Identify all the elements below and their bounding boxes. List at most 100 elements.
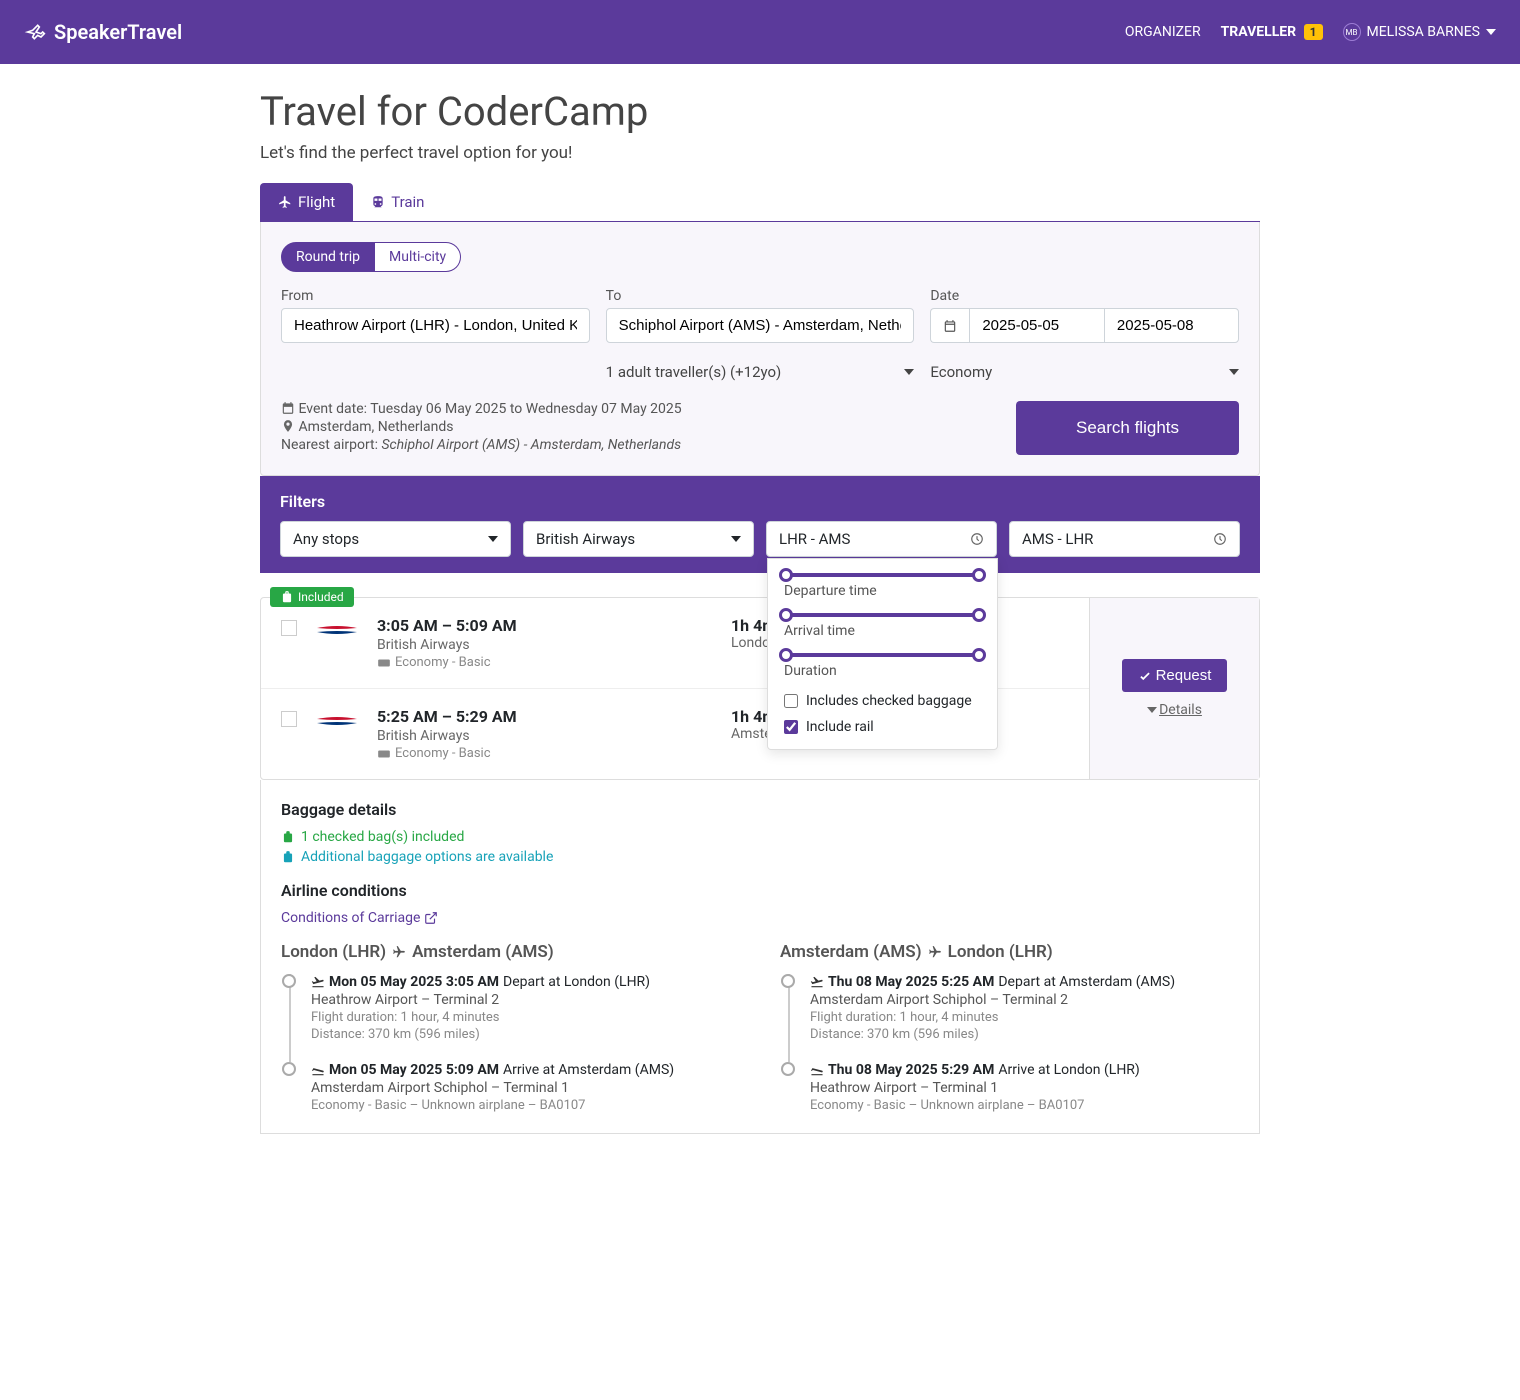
- plane-icon: [278, 195, 292, 209]
- brand-logo[interactable]: SpeakerTravel: [24, 20, 182, 44]
- timeline: Mon 05 May 2025 3:05 AM Depart at London…: [281, 974, 740, 1113]
- arrival-label: Arrival time: [784, 623, 981, 639]
- plane-takeoff-icon: [311, 975, 325, 989]
- rail-checkbox[interactable]: [784, 720, 798, 734]
- request-button[interactable]: Request: [1122, 659, 1228, 692]
- tab-train-label: Train: [391, 193, 424, 211]
- filter-stops-label: Any stops: [293, 530, 359, 548]
- baggage-checkbox[interactable]: [784, 694, 798, 708]
- duration-slider[interactable]: [784, 653, 981, 657]
- page-subtitle: Let's find the perfect travel option for…: [260, 143, 1260, 163]
- filter-route2-label: AMS - LHR: [1022, 530, 1093, 548]
- nearest-label: Nearest airport:: [281, 437, 381, 453]
- baggage-additional[interactable]: Additional baggage options are available: [281, 849, 1239, 865]
- from-input[interactable]: [281, 308, 590, 343]
- filters-title: Filters: [280, 492, 1240, 511]
- from-label: From: [281, 288, 590, 304]
- calendar-icon: [281, 401, 295, 415]
- timeline-item: Thu 08 May 2025 5:29 AM Arrive at London…: [788, 1062, 1239, 1113]
- timeline-item: Thu 08 May 2025 5:25 AM Depart at Amster…: [788, 974, 1239, 1062]
- leg-duration: Flight duration: 1 hour, 4 minutes: [810, 1010, 1239, 1025]
- flight-class: Economy - Basic: [377, 655, 715, 670]
- search-button[interactable]: Search flights: [1016, 401, 1239, 455]
- airline-logo: [313, 709, 361, 733]
- train-icon: [371, 195, 385, 209]
- leg-duration: Flight duration: 1 hour, 4 minutes: [311, 1010, 740, 1025]
- flight-time: 5:25 AM – 5:29 AM: [377, 707, 715, 726]
- ticket-icon: [377, 656, 391, 670]
- suitcase-icon: [280, 590, 294, 604]
- leg-meta: Economy - Basic – Unknown airplane – BA0…: [311, 1098, 740, 1113]
- pill-roundtrip[interactable]: Round trip: [281, 242, 375, 272]
- check-icon: [1138, 669, 1152, 683]
- nav-traveller[interactable]: TRAVELLER 1: [1221, 24, 1323, 40]
- departure-slider[interactable]: [784, 573, 981, 577]
- navbar: SpeakerTravel ORGANIZER TRAVELLER 1 MB M…: [0, 0, 1520, 64]
- page-title: Travel for CoderCamp: [260, 88, 1260, 135]
- plane-icon: [392, 945, 406, 959]
- rail-check-row[interactable]: Include rail: [784, 719, 981, 735]
- nav-right: ORGANIZER TRAVELLER 1 MB MELISSA BARNES: [1125, 23, 1496, 41]
- baggage-label: Includes checked baggage: [806, 693, 972, 709]
- pill-multicity[interactable]: Multi-city: [375, 242, 461, 272]
- timeline-dot: [781, 974, 795, 988]
- leg-meta: Economy - Basic – Unknown airplane – BA0…: [810, 1098, 1239, 1113]
- avatar: MB: [1343, 23, 1361, 41]
- flight-checkbox[interactable]: [281, 711, 297, 727]
- leg-head: Thu 08 May 2025 5:25 AM Depart at Amster…: [810, 974, 1239, 990]
- trip-type-toggle: Round trip Multi-city: [281, 242, 1239, 272]
- flight-airline: British Airways: [377, 728, 715, 744]
- filter-route2[interactable]: AMS - LHR: [1009, 521, 1240, 557]
- details-link[interactable]: Details: [1147, 702, 1202, 718]
- date-from-input[interactable]: [969, 308, 1104, 343]
- flight-airline: British Airways: [377, 637, 715, 653]
- conditions-link-text: Conditions of Carriage: [281, 910, 420, 926]
- ticket-icon: [377, 747, 391, 761]
- leg-terminal: Amsterdam Airport Schiphol – Terminal 1: [311, 1080, 740, 1096]
- chevron-down-icon: [1486, 29, 1496, 35]
- filter-airline[interactable]: British Airways: [523, 521, 754, 557]
- luggage-cart-icon: [281, 850, 295, 864]
- route-title: Amsterdam (AMS) London (LHR): [780, 942, 1239, 962]
- cabin-label: Economy: [930, 363, 992, 381]
- event-meta: Event date: Tuesday 06 May 2025 to Wedne…: [281, 401, 682, 455]
- chevron-down-icon: [731, 536, 741, 542]
- filter-stops[interactable]: Any stops: [280, 521, 511, 557]
- chevron-down-icon: [904, 369, 914, 375]
- baggage-check-row[interactable]: Includes checked baggage: [784, 693, 981, 709]
- request-label: Request: [1156, 667, 1212, 684]
- timeline-item: Mon 05 May 2025 5:09 AM Arrive at Amster…: [289, 1062, 740, 1113]
- arrival-slider[interactable]: [784, 613, 981, 617]
- to-label: To: [606, 288, 915, 304]
- leg-head: Mon 05 May 2025 5:09 AM Arrive at Amster…: [311, 1062, 740, 1078]
- user-name: MELISSA BARNES: [1367, 24, 1481, 40]
- filter-route1-label: LHR - AMS: [779, 530, 850, 548]
- tab-train[interactable]: Train: [353, 183, 442, 221]
- traveller-badge: 1: [1304, 24, 1323, 40]
- tab-flight[interactable]: Flight: [260, 183, 353, 221]
- results-list: Included 3:05 AM – 5:09 AM British Airwa…: [260, 597, 1260, 1134]
- to-input[interactable]: [606, 308, 915, 343]
- date-to-input[interactable]: [1104, 308, 1239, 343]
- travellers-dropdown[interactable]: 1 adult traveller(s) (+12yo): [606, 355, 915, 389]
- departure-label: Departure time: [784, 583, 981, 599]
- external-link-icon: [424, 911, 438, 925]
- timeline-dot: [781, 1062, 795, 1076]
- flight-checkbox[interactable]: [281, 620, 297, 636]
- filter-route1[interactable]: LHR - AMS Departure time Arrival time Du…: [766, 521, 997, 557]
- conditions-link[interactable]: Conditions of Carriage: [281, 910, 1239, 926]
- clock-icon: [1213, 532, 1227, 546]
- baggage-included: 1 checked bag(s) included: [281, 829, 1239, 845]
- filter-airline-label: British Airways: [536, 530, 635, 548]
- leg-terminal: Amsterdam Airport Schiphol – Terminal 2: [810, 992, 1239, 1008]
- timeline: Thu 08 May 2025 5:25 AM Depart at Amster…: [780, 974, 1239, 1113]
- nav-organizer[interactable]: ORGANIZER: [1125, 24, 1201, 40]
- event-date-text: Event date: Tuesday 06 May 2025 to Wedne…: [298, 401, 681, 417]
- pin-icon: [281, 419, 295, 433]
- leg-terminal: Heathrow Airport – Terminal 1: [810, 1080, 1239, 1096]
- time-filter-dropdown: Departure time Arrival time Duration Inc…: [767, 558, 998, 750]
- cabin-dropdown[interactable]: Economy: [930, 355, 1239, 389]
- result-action: Request Details: [1089, 598, 1259, 779]
- user-menu[interactable]: MB MELISSA BARNES: [1343, 23, 1497, 41]
- route-column: Amsterdam (AMS) London (LHR) Thu 08 May …: [780, 942, 1239, 1113]
